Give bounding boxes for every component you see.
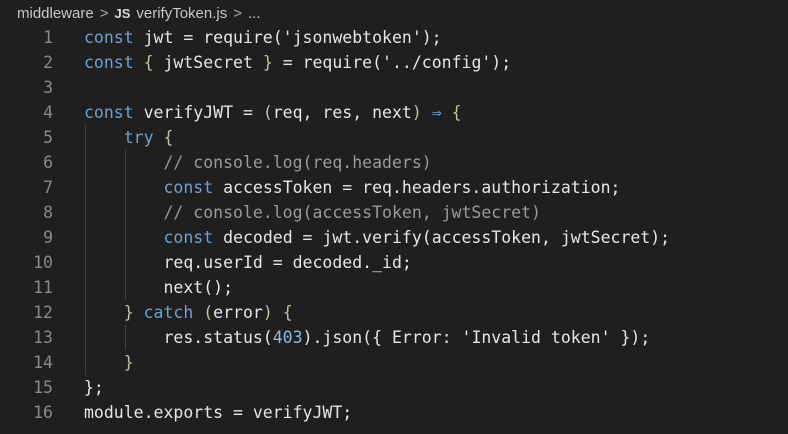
breadcrumb-file[interactable]: verifyToken.js — [136, 5, 227, 22]
chevron-right-icon: > — [233, 4, 243, 22]
code-token: ).json({ Error: 'Invalid token' }); — [302, 328, 651, 347]
line-number: 16 — [33, 403, 53, 422]
code-text: const jwt = require('jsonwebtoken'); — [84, 25, 442, 50]
code-line[interactable]: 4 const verifyJWT = (req, res, next) ⇒ { — [0, 100, 788, 125]
code-token: { — [133, 53, 164, 72]
line-number: 9 — [43, 228, 53, 247]
code-token: // console.log(accessToken, jwtSecret) — [84, 203, 541, 222]
code-token: ( — [262, 103, 273, 122]
code-text: }; — [84, 375, 104, 400]
line-number: 5 — [43, 128, 53, 147]
code-token: ⇒ — [431, 103, 442, 122]
line-number: 6 — [43, 153, 53, 172]
line-number: 1 — [43, 28, 53, 47]
line-number: 11 — [33, 278, 53, 297]
code-text: next(); — [84, 275, 233, 300]
chevron-right-icon: > — [99, 4, 109, 22]
code-token: verifyJWT = — [133, 103, 263, 122]
code-text: } — [84, 350, 134, 375]
code-line[interactable]: 3 — [0, 75, 788, 100]
code-token: { — [272, 303, 293, 322]
code-token: error — [213, 303, 263, 322]
code-token: }; — [84, 378, 104, 397]
code-token: const — [163, 228, 214, 247]
code-token: accessToken = req.headers.authorization; — [213, 178, 621, 197]
line-number: 7 — [43, 178, 53, 197]
code-editor[interactable]: 1 const jwt = require('jsonwebtoken'); 2 co… — [0, 25, 788, 425]
code-line[interactable]: 5 try { — [0, 125, 788, 150]
code-token: = require('../config'); — [272, 53, 512, 72]
code-text: const accessToken = req.headers.authoriz… — [84, 175, 620, 200]
breadcrumb: middleware > JS verifyToken.js > ... — [17, 3, 261, 23]
breadcrumb-more[interactable]: ... — [248, 5, 261, 22]
code-token: jwtSecret — [163, 53, 253, 72]
code-token: // console.log(req.headers) — [84, 153, 432, 172]
code-token: res.status( — [84, 328, 273, 347]
code-token: const — [84, 103, 134, 122]
code-text: res.status(403).json({ Error: 'Invalid t… — [84, 325, 650, 350]
code-token: } — [84, 303, 134, 322]
line-number: 14 — [33, 353, 53, 372]
code-line[interactable]: 6 // console.log(req.headers) — [0, 150, 788, 175]
code-token: 403 — [272, 328, 303, 347]
code-line[interactable]: 8 // console.log(accessToken, jwtSecret) — [0, 200, 788, 225]
line-number: 4 — [43, 103, 53, 122]
breadcrumb-folder[interactable]: middleware — [17, 5, 94, 22]
code-line[interactable]: 13 res.status(403).json({ Error: 'Invali… — [0, 325, 788, 350]
code-token: } — [84, 353, 134, 372]
code-line[interactable]: 11 next(); — [0, 275, 788, 300]
code-line[interactable]: 14 } — [0, 350, 788, 375]
line-number: 8 — [43, 203, 53, 222]
code-text: const verifyJWT = (req, res, next) ⇒ { — [84, 100, 462, 125]
line-number: 15 — [33, 378, 53, 397]
code-token: { — [441, 103, 462, 122]
code-token: { — [153, 128, 174, 147]
code-line[interactable]: 12 } catch (error) { — [0, 300, 788, 325]
javascript-file-icon: JS — [114, 5, 131, 21]
code-text: req.userId = decoded._id; — [84, 250, 412, 275]
code-line[interactable]: 2 const { jwtSecret } = require('../confi… — [0, 50, 788, 75]
line-number: 10 — [33, 253, 53, 272]
code-token: catch — [143, 303, 194, 322]
code-text: // console.log(accessToken, jwtSecret) — [84, 200, 541, 225]
code-text: try { — [84, 125, 174, 150]
code-token: req, res, next — [272, 103, 412, 122]
code-line[interactable]: 7 const accessToken = req.headers.author… — [0, 175, 788, 200]
code-token: const — [84, 53, 134, 72]
code-text: // console.log(req.headers) — [84, 150, 432, 175]
code-text: const decoded = jwt.verify(accessToken, … — [84, 225, 670, 250]
code-token: next(); — [84, 278, 234, 297]
code-token: } — [252, 53, 273, 72]
code-text: module.exports = verifyJWT; — [84, 400, 352, 425]
code-token: ) — [411, 103, 422, 122]
code-line[interactable]: 15}; — [0, 375, 788, 400]
code-token: module.exports = verifyJWT; — [84, 403, 353, 422]
code-token: req.userId = decoded._id; — [84, 253, 412, 272]
code-line[interactable]: 16 module.exports = verifyJWT; — [0, 400, 788, 425]
code-line[interactable]: 10 req.userId = decoded._id; — [0, 250, 788, 275]
code-token: ( — [203, 303, 214, 322]
line-number: 12 — [33, 303, 53, 322]
code-text: const { jwtSecret } = require('../config… — [84, 50, 511, 75]
code-token: ) — [262, 303, 273, 322]
code-line[interactable]: 1 const jwt = require('jsonwebtoken'); — [0, 25, 788, 50]
line-number: 13 — [33, 328, 53, 347]
line-number: 2 — [43, 53, 53, 72]
code-token: const — [84, 28, 134, 47]
code-line[interactable]: 9 const decoded = jwt.verify(accessToken… — [0, 225, 788, 250]
line-number: 3 — [43, 78, 53, 97]
code-token: decoded = jwt.verify(accessToken, jwtSec… — [213, 228, 671, 247]
code-text: } catch (error) { — [84, 300, 293, 325]
code-token: const — [163, 178, 214, 197]
code-token: jwt = require('jsonwebtoken'); — [133, 28, 442, 47]
code-token: try — [123, 128, 154, 147]
